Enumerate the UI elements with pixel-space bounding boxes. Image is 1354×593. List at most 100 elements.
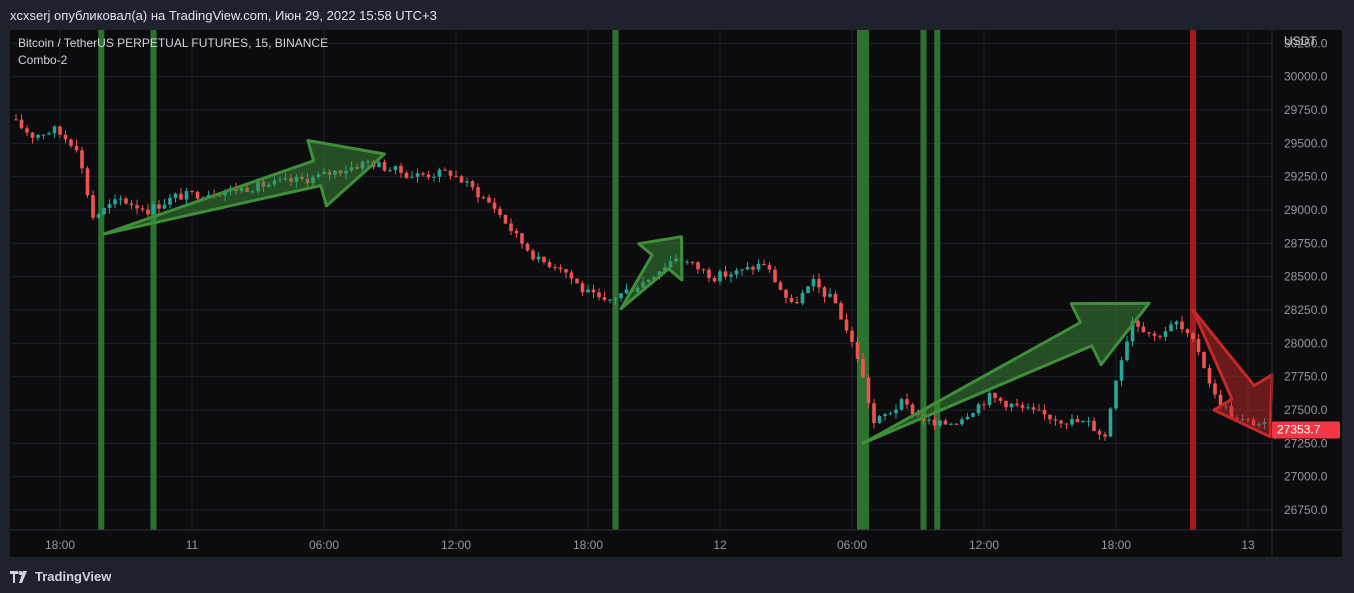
candle-body <box>949 423 953 425</box>
candle <box>41 134 46 140</box>
candle-body <box>382 162 387 171</box>
candle <box>80 146 84 174</box>
candle-body <box>745 267 750 270</box>
candle-body <box>547 262 552 268</box>
candle-body <box>734 270 739 275</box>
candle <box>1158 334 1162 340</box>
candle <box>514 228 519 239</box>
candle <box>1180 316 1184 333</box>
candle <box>1185 328 1190 338</box>
candle <box>382 159 387 172</box>
candle <box>1119 356 1124 387</box>
candle-body <box>1020 405 1025 408</box>
time-tick-label: 18:00 <box>45 538 75 552</box>
candle <box>1125 336 1129 362</box>
candle-body <box>1169 324 1173 332</box>
footer: TradingView <box>0 560 1354 593</box>
buy-signal-bar <box>920 30 927 530</box>
candle-body <box>536 256 541 260</box>
time-tick-label: 13 <box>1241 538 1255 552</box>
candle <box>476 183 480 203</box>
candle-body <box>723 271 728 277</box>
candle <box>1207 364 1212 388</box>
candle <box>1004 400 1008 411</box>
candle-body <box>905 399 909 405</box>
candle-body <box>1174 321 1179 325</box>
candle-body <box>910 404 915 415</box>
candle-body <box>817 279 821 288</box>
candle-body <box>520 233 524 244</box>
candle-body <box>828 294 832 297</box>
candlestick-chart[interactable]: 30250.030000.029750.029500.029250.029000… <box>10 30 1342 557</box>
candle <box>888 411 893 416</box>
candle-body <box>1119 360 1124 381</box>
candle-body <box>756 264 761 270</box>
candle <box>459 174 464 184</box>
candle-body <box>1152 333 1157 336</box>
candle <box>899 397 904 412</box>
candle <box>751 264 755 275</box>
candle <box>624 283 629 295</box>
symbol-legend[interactable]: Bitcoin / TetherUS PERPETUAL FUTURES, 15… <box>18 36 328 50</box>
candle <box>580 281 585 297</box>
candle <box>113 194 117 209</box>
candle-body <box>69 139 73 146</box>
candle-body <box>470 181 475 188</box>
candle-body <box>729 274 733 277</box>
candle <box>399 162 403 178</box>
candle-body <box>624 289 629 294</box>
time-tick-label: 18:00 <box>1101 538 1131 552</box>
candle-body <box>971 413 975 417</box>
candle-body <box>712 277 717 282</box>
candle <box>811 274 816 292</box>
candle <box>806 286 810 294</box>
candle <box>162 198 167 210</box>
indicator-legend[interactable]: Combo-2 <box>18 53 68 67</box>
candle-body <box>399 165 403 173</box>
candle-body <box>877 416 882 424</box>
candle <box>943 418 948 425</box>
candle <box>1196 334 1201 356</box>
candle-body <box>173 193 178 198</box>
time-axis[interactable]: 18:00 11 06:00 12:00 18:00 12 06:00 12:00 18:00 1… <box>45 538 1255 552</box>
candle-body <box>569 272 574 279</box>
candle <box>393 165 398 175</box>
candle-body <box>465 181 469 183</box>
candle <box>982 400 986 410</box>
buy-signal-bar <box>934 30 941 530</box>
candle-body <box>855 341 860 359</box>
sell-signal-bar <box>1189 30 1197 530</box>
candle-body <box>553 267 557 269</box>
chart-panel[interactable]: 30250.0 30000.0 29750.0 29500.0 29250.0 29000… <box>10 30 1342 557</box>
candle <box>1152 331 1157 342</box>
price-axis[interactable]: 30250.030000.029750.029500.029250.029000… <box>1284 36 1328 517</box>
candle-body <box>850 330 854 342</box>
candle <box>85 166 90 198</box>
candle <box>762 259 766 266</box>
candle <box>800 289 805 306</box>
candle-body <box>613 298 618 300</box>
trend-arrow-up <box>619 235 684 311</box>
candle-body <box>459 176 464 183</box>
candle-body <box>1180 321 1184 330</box>
candle <box>63 130 68 144</box>
candle-body <box>1147 332 1151 334</box>
candle-body <box>1042 409 1047 415</box>
candle-body <box>47 133 51 135</box>
buy-signal-bar <box>150 30 157 530</box>
candle <box>773 266 777 283</box>
candle <box>795 296 799 305</box>
candle-body <box>1037 409 1041 411</box>
candle <box>575 278 579 284</box>
candle-body <box>140 208 145 210</box>
candle-body <box>487 197 491 203</box>
candle-body <box>80 150 84 169</box>
candle <box>443 167 447 171</box>
candle-body <box>1185 329 1190 334</box>
tradingview-brand[interactable]: TradingView <box>10 569 111 584</box>
candle <box>47 131 51 135</box>
candle-body <box>1097 431 1102 435</box>
candle-body <box>443 169 447 171</box>
candle-body <box>1114 380 1118 409</box>
candle-body <box>1070 418 1074 425</box>
